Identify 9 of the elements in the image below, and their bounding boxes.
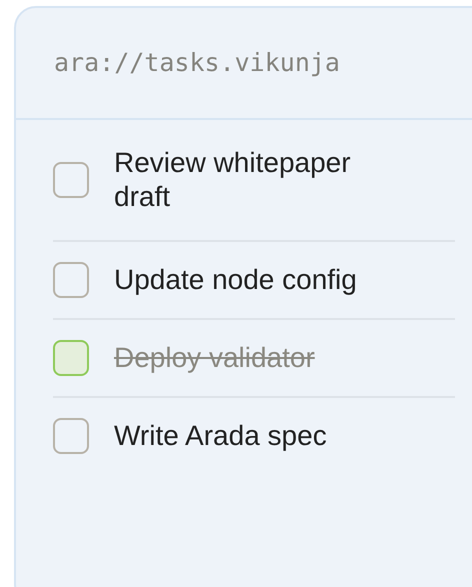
task-title: Deploy validator (114, 341, 315, 375)
checkbox[interactable] (53, 262, 89, 298)
task-title: Update node config (114, 263, 357, 297)
address-text: ara://tasks.vikunja (54, 47, 340, 80)
task-title: Review whitepaper draft (114, 146, 352, 214)
checkbox[interactable] (53, 418, 89, 454)
checkbox[interactable] (53, 162, 89, 198)
task-title: Write Arada spec (114, 419, 327, 453)
checkbox[interactable] (53, 340, 89, 376)
